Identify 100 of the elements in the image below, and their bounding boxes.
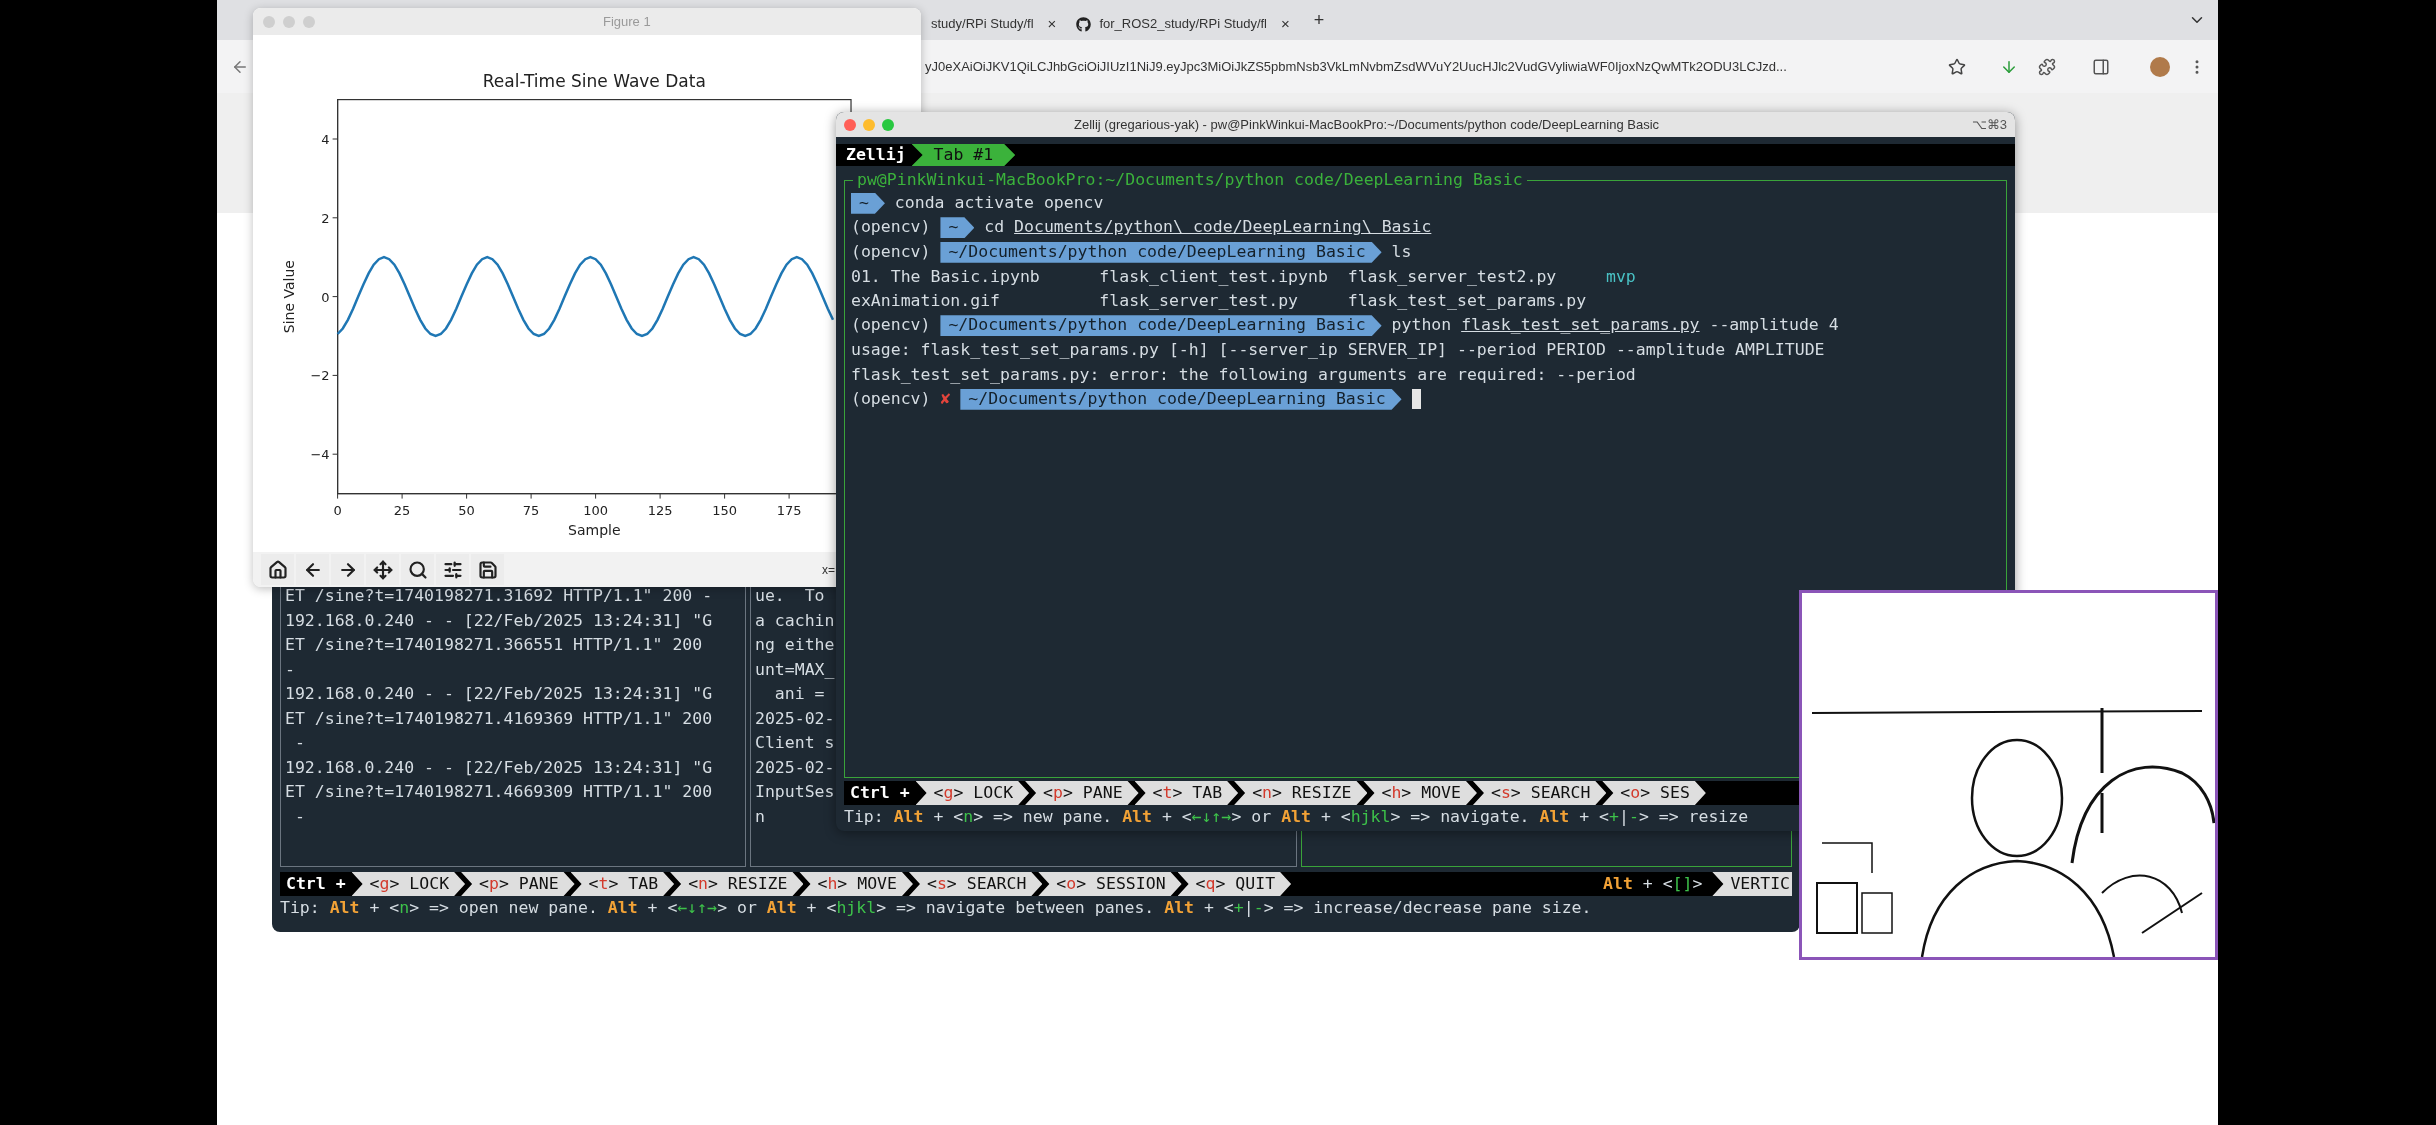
terminal-line: ET /sine?t=1740198271.4169369 HTTP/1.1" 200 (285, 707, 713, 730)
axis-label: Sine Value (281, 260, 297, 334)
tab-title: study/RPi Study/fl (931, 15, 1034, 34)
shortcut-hint: <t> TAB (1134, 781, 1239, 805)
tip-text: Tip: Alt + <n> => open new pane. Alt + <←↓↑→> or Alt + <hjkl> => navigate between panes. Alt + <+|-> => increase/decrease pane size. (280, 896, 1592, 919)
modifier-label: Ctrl + (285, 872, 347, 895)
address-field[interactable]: yJ0eXAiOiJKV1QiLCJhbGciOiJIUzI1NiJ9.eyJpc3MiOiJkZS5pbmNsb3VkLmNvbmZsdWVuY2UucHJlc2VudGVyliwiaWF0IjoxNzQwMTk2ODU3LCJzd... (925, 56, 1787, 77)
browser-tab[interactable]: for_ROS2_study/RPi Study/fl × (1066, 8, 1300, 40)
terminal-line: a cachin (755, 609, 835, 632)
terminal-line: usage: flask_test_set_params.py [-h] [--server_ip SERVER_IP] --period PERIOD --amplitude AMPLITUDE (851, 339, 1825, 361)
terminal-line: ue. To (755, 585, 825, 607)
mode-label: VERTIC (1712, 872, 1792, 896)
coordinates-text: x= (822, 561, 835, 579)
terminal-text: (opencv) (851, 216, 932, 239)
terminal-text: ls (1390, 240, 1412, 263)
sliders-icon[interactable] (436, 554, 469, 585)
terminal-line: unt=MAX_ (755, 658, 835, 681)
close-icon[interactable]: × (1281, 12, 1290, 36)
tick-label: 0 (321, 289, 330, 305)
terminal-text: Documents/python\ code/DeepLearning\ Basic (1014, 216, 1432, 239)
text-cursor (1411, 389, 1421, 410)
shortcut-hint: <g> LOCK (351, 872, 466, 896)
tick-label: 75 (522, 502, 540, 518)
save-icon[interactable] (471, 554, 504, 585)
pan-icon[interactable] (366, 554, 399, 585)
tick-label: 25 (393, 502, 411, 518)
bookmark-star-icon[interactable] (1948, 57, 1966, 76)
cat-silhouette-icon (1076, 16, 1092, 32)
terminal-line: ani = (773, 683, 825, 705)
tick-label: 150 (712, 502, 737, 518)
shortcut-hint: <h> MOVE (799, 872, 913, 896)
tick-label: 125 (647, 502, 673, 518)
tick-label: 2 (321, 210, 330, 226)
terminal-text: cd (983, 216, 1006, 239)
terminal-line: 192.168.0.240 - - [22/Feb/2025 13:24:31] "G (285, 756, 713, 779)
search-icon[interactable] (401, 554, 434, 585)
avatar-icon[interactable] (2150, 56, 2170, 77)
terminal-line: InputSes (755, 781, 835, 803)
tick-label: −2 (310, 368, 330, 384)
terminal-line: ET /sine?t=1740198271.31692 HTTP/1.1" 200 - (285, 585, 713, 607)
window-title: Zellij (gregarious-yak) - pw@PinkWinkui-MacBookPro:~/Documents/python code/DeepLearning Basic (1074, 115, 1660, 134)
terminal-text: flask_test_set_params.py (1461, 314, 1700, 337)
prompt-segment: ~ (851, 192, 885, 214)
prompt-segment: ~/Documents/python code/DeepLearning Basic (960, 388, 1402, 410)
side-panel-icon[interactable] (2092, 57, 2110, 76)
tick-label: 50 (458, 502, 475, 518)
shortcut-hint: <p> PANE (1025, 781, 1139, 805)
tick-label: 175 (776, 502, 802, 518)
terminal-text: (opencv) (851, 240, 932, 263)
shortcut-hint: <h> MOVE (1363, 781, 1477, 805)
terminal-line: 2025-02- (755, 707, 835, 730)
chart-title: Real-Time Sine Wave Data (482, 71, 706, 91)
shortcut-hint: <n> RESIZE (670, 872, 804, 896)
window-title: Figure 1 (603, 12, 651, 31)
puzzle-icon[interactable] (2038, 57, 2056, 76)
terminal-text: (opencv) (851, 314, 932, 337)
shortcut-hint: <g> LOCK (915, 781, 1030, 805)
tip-text: Tip: Alt + <n> => new pane. Alt + <←↓↑→> or Alt + <hjkl> => navigate. Alt + <+|-> => resize (844, 805, 1749, 828)
terminal-line: 192.168.0.240 - - [22/Feb/2025 13:24:31] "G (285, 683, 713, 705)
terminal-line: Client s (755, 732, 835, 754)
terminal-text: conda activate opencv (893, 191, 1104, 214)
terminal-text: --amplitude 4 (1708, 314, 1839, 337)
terminal-text: python (1390, 314, 1453, 337)
shortcut-hint: <o> SESSION (1038, 872, 1182, 896)
terminal-line: ng eithe (755, 634, 835, 656)
terminal-line: flask_test_set_params.py: error: the following arguments are required: --period (851, 363, 1636, 386)
home-icon[interactable] (261, 554, 294, 585)
terminal-line: - (293, 732, 305, 754)
shortcut-hint: <q> QUIT (1177, 872, 1292, 896)
shortcut-hint: <t> TAB (570, 872, 675, 896)
shortcut-hint: <n> RESIZE (1234, 781, 1368, 805)
new-tab-button[interactable]: + (1313, 6, 1325, 34)
browser-tab[interactable]: study/RPi Study/fl × (921, 8, 1067, 40)
axis-label: Sample (568, 521, 621, 538)
terminal-line: 192.168.0.240 - - [22/Feb/2025 13:24:31] "G (285, 609, 713, 632)
tick-label: 100 (583, 502, 608, 518)
shortcut-hint: <s> SEARCH (908, 872, 1043, 896)
modifier-label: Ctrl + (849, 781, 911, 804)
terminal-line: 2025-02- (755, 756, 835, 779)
close-icon[interactable]: × (1047, 12, 1057, 36)
tick-label: −4 (310, 447, 330, 463)
terminal-line: - (285, 658, 295, 681)
app-label: Zellij (846, 143, 907, 166)
error-mark: ✘ (940, 387, 951, 410)
back-icon[interactable] (296, 554, 329, 585)
shortcut-hint: <o> SES (1602, 781, 1706, 805)
terminal-line: ET /sine?t=1740198271.366551 HTTP/1.1" 200 (285, 634, 703, 656)
prompt-segment: ~/Documents/python code/DeepLearning Basic (940, 315, 1382, 337)
prompt-segment: ~/Documents/python code/DeepLearning Basic (940, 241, 1382, 263)
mode-hint: Alt + <[]> (1603, 872, 1704, 895)
terminal-text: (opencv) (851, 387, 932, 410)
shortcut-hint: <s> SEARCH (1472, 781, 1607, 805)
tab-title: for_ROS2_study/RPi Study/fl (1099, 15, 1267, 34)
forward-icon[interactable] (331, 554, 364, 585)
terminal-tab[interactable]: Tab #1 (911, 144, 1016, 166)
terminal-line: - (293, 805, 305, 828)
terminal-line: 01. The Basic.ipynb flask_client_test.ipynb flask_server_test2.py mvp (851, 265, 1636, 288)
shortcut-hint: <p> PANE (461, 872, 575, 896)
terminal-line: exAnimation.gif flask_server_test.py flask_test_set_params.py (851, 290, 1587, 312)
prompt-segment: ~ (940, 217, 975, 239)
